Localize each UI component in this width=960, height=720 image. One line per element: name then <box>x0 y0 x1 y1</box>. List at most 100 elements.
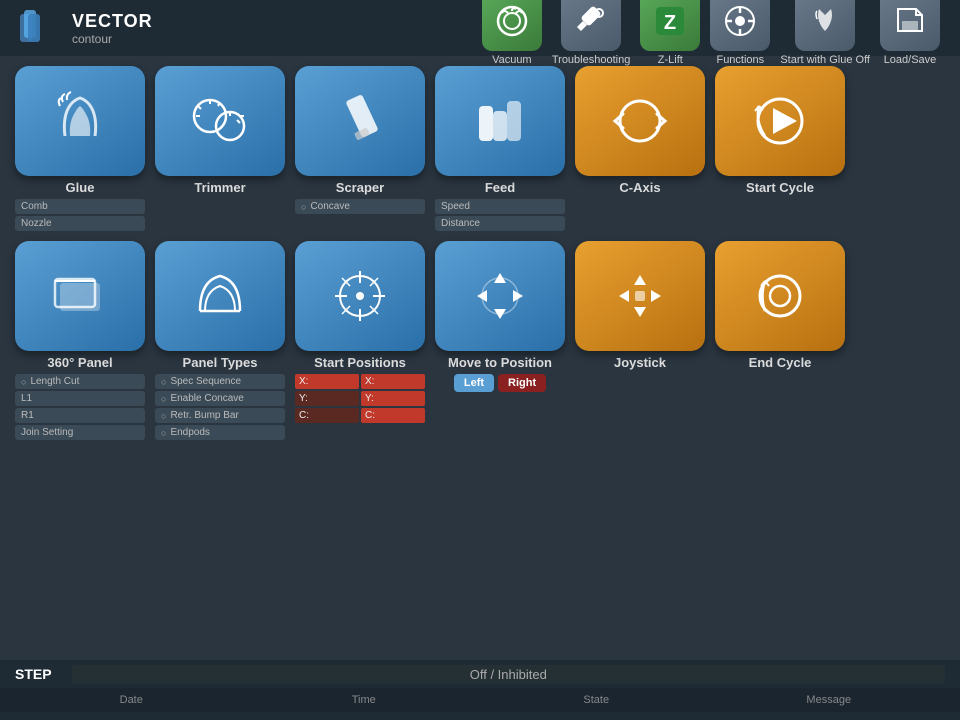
vacuum-icon <box>494 3 530 39</box>
functions-label: Functions <box>716 54 764 66</box>
footer-time: Time <box>248 694 481 706</box>
panel360-subopts: Length Cut L1 R1 Join Setting <box>15 374 145 442</box>
start-cycle-label: Start Cycle <box>746 180 814 195</box>
top-nav: Vacuum Troubleshooting Z Z-Lift <box>482 0 940 66</box>
nav-functions[interactable]: Functions <box>710 0 770 66</box>
load-save-icon <box>892 3 928 39</box>
load-save-icon-btn[interactable] <box>880 0 940 51</box>
step-label: STEP <box>15 666 52 682</box>
panel360-icon <box>45 261 115 331</box>
sp-c-right[interactable]: C: <box>361 408 425 423</box>
scraper-icon <box>325 86 395 156</box>
panel360-card: 360° Panel Length Cut L1 R1 Join Setting <box>15 241 145 442</box>
logo-contour-text: contour <box>72 32 153 46</box>
logo-text: VECTOR contour <box>72 11 153 46</box>
glue-subopt-comb[interactable]: Comb <box>15 199 145 214</box>
panel-types-button[interactable] <box>155 241 285 351</box>
troubleshooting-icon <box>573 3 609 39</box>
sp-c-left[interactable]: C: <box>295 408 359 423</box>
scraper-subopts: Concave <box>295 199 425 216</box>
caxis-label: C-Axis <box>619 180 660 195</box>
start-cycle-card: Start Cycle <box>715 66 845 233</box>
start-glue-off-label: Start with Glue Off <box>780 54 870 66</box>
troubleshooting-label: Troubleshooting <box>552 54 630 66</box>
bottom-bar: STEP Off / Inhibited Date Time State Mes… <box>0 660 960 720</box>
trimmer-icon <box>185 86 255 156</box>
feed-icon <box>465 86 535 156</box>
start-positions-sub: X: X: Y: Y: C: C: <box>295 374 425 423</box>
end-cycle-card: End Cycle <box>715 241 845 442</box>
move-left-button[interactable]: Left <box>454 374 494 392</box>
load-save-label: Load/Save <box>884 54 937 66</box>
nav-load-save[interactable]: Load/Save <box>880 0 940 66</box>
feed-label: Feed <box>485 180 515 195</box>
nav-start-glue-off[interactable]: Start with Glue Off <box>780 0 870 66</box>
caxis-icon <box>605 86 675 156</box>
feed-subopt-distance[interactable]: Distance <box>435 216 565 231</box>
zlift-label: Z-Lift <box>658 54 683 66</box>
function-row-2: 360° Panel Length Cut L1 R1 Join Setting… <box>15 241 945 442</box>
glue-subopt-nozzle[interactable]: Nozzle <box>15 216 145 231</box>
move-position-icon <box>465 261 535 331</box>
functions-icon-btn[interactable] <box>710 0 770 51</box>
move-position-sub: Left Right <box>435 374 565 392</box>
pt-subopt-endpods[interactable]: Endpods <box>155 425 285 440</box>
move-position-button[interactable] <box>435 241 565 351</box>
panel-types-label: Panel Types <box>183 355 258 370</box>
sp-y-left[interactable]: Y: <box>295 391 359 406</box>
scraper-button[interactable] <box>295 66 425 176</box>
joystick-card: Joystick <box>575 241 705 442</box>
vacuum-label: Vacuum <box>492 54 532 66</box>
start-cycle-button[interactable] <box>715 66 845 176</box>
trimmer-button[interactable] <box>155 66 285 176</box>
pt-subopt-concave[interactable]: Enable Concave <box>155 391 285 406</box>
feed-card: Feed Speed Distance <box>435 66 565 233</box>
panel360-subopt-l1[interactable]: L1 <box>15 391 145 406</box>
vacuum-icon-btn[interactable] <box>482 0 542 51</box>
start-positions-button[interactable] <box>295 241 425 351</box>
pt-subopt-spec[interactable]: Spec Sequence <box>155 374 285 389</box>
joystick-button[interactable] <box>575 241 705 351</box>
glue-button[interactable] <box>15 66 145 176</box>
main-content: Glue Comb Nozzle Trimmer <box>0 56 960 460</box>
panel360-subopt-r1[interactable]: R1 <box>15 408 145 423</box>
joystick-label: Joystick <box>614 355 666 370</box>
panel360-subopt-lengthcut[interactable]: Length Cut <box>15 374 145 389</box>
feed-button[interactable] <box>435 66 565 176</box>
zlift-icon-btn[interactable]: Z <box>640 0 700 51</box>
sp-x-left[interactable]: X: <box>295 374 359 389</box>
sp-x-right[interactable]: X: <box>361 374 425 389</box>
sp-y-right[interactable]: Y: <box>361 391 425 406</box>
feed-subopt-speed[interactable]: Speed <box>435 199 565 214</box>
footer-date: Date <box>15 694 248 706</box>
caxis-card: C-Axis <box>575 66 705 233</box>
caxis-button[interactable] <box>575 66 705 176</box>
panel-types-subopts: Spec Sequence Enable Concave Retr. Bump … <box>155 374 285 442</box>
nav-zlift[interactable]: Z Z-Lift <box>640 0 700 66</box>
end-cycle-button[interactable] <box>715 241 845 351</box>
footer-message: Message <box>713 694 946 706</box>
scraper-subopt-concave[interactable]: Concave <box>295 199 425 214</box>
troubleshooting-icon-btn[interactable] <box>561 0 621 51</box>
move-position-label: Move to Position <box>448 355 552 370</box>
trimmer-label: Trimmer <box>194 180 245 195</box>
panel360-button[interactable] <box>15 241 145 351</box>
header: VECTOR contour Vacuum <box>0 0 960 56</box>
functions-icon <box>722 3 758 39</box>
footer-row: Date Time State Message <box>0 688 960 712</box>
pt-subopt-bumpbar[interactable]: Retr. Bump Bar <box>155 408 285 423</box>
start-positions-card: Start Positions X: X: Y: Y: C: C: <box>295 241 425 442</box>
panel360-subopt-joinsetting[interactable]: Join Setting <box>15 425 145 440</box>
svg-text:Z: Z <box>664 12 676 34</box>
start-positions-label: Start Positions <box>314 355 406 370</box>
scraper-label: Scraper <box>336 180 384 195</box>
move-right-button[interactable]: Right <box>498 374 546 392</box>
function-row-1: Glue Comb Nozzle Trimmer <box>15 66 945 233</box>
nav-vacuum[interactable]: Vacuum <box>482 0 542 66</box>
nav-troubleshooting[interactable]: Troubleshooting <box>552 0 630 66</box>
logo-icon <box>20 10 64 46</box>
start-glue-off-icon-btn[interactable] <box>795 0 855 51</box>
feed-subopts: Speed Distance <box>435 199 565 233</box>
scraper-card: Scraper Concave <box>295 66 425 233</box>
step-row: STEP Off / Inhibited <box>0 660 960 688</box>
